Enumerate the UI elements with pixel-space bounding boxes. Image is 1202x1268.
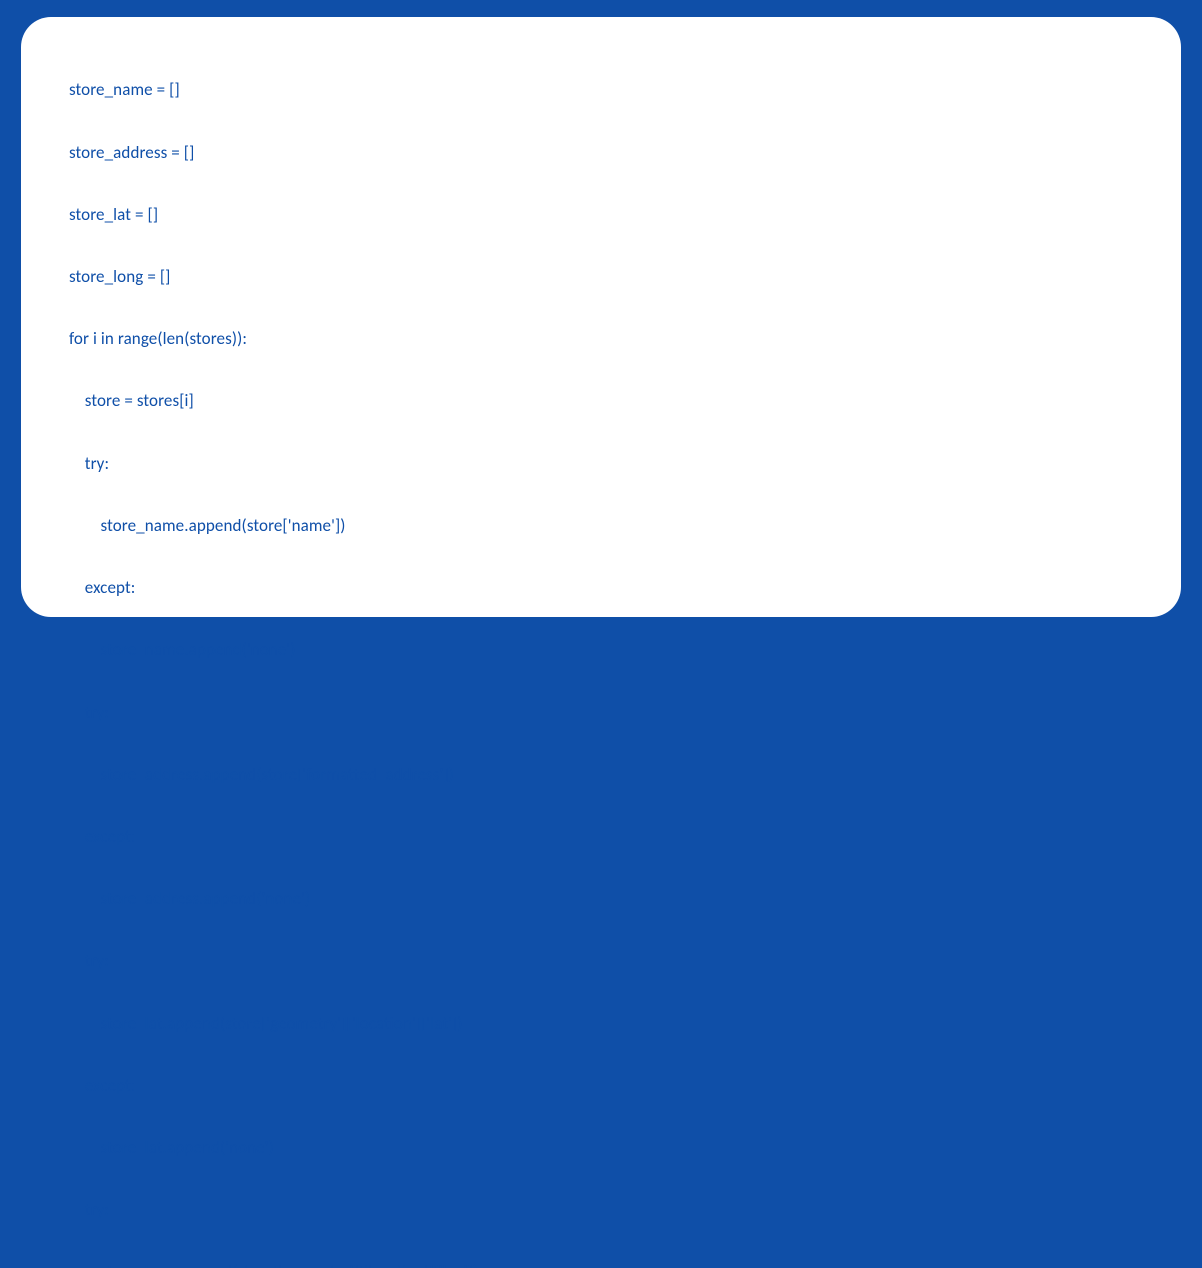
code-line: store_lat.append('none') [69, 1138, 1133, 1159]
code-line: store = stores[i] [69, 391, 1133, 412]
code-line: store_lat = [] [69, 205, 1133, 226]
code-line: store_name.append('none') [69, 640, 1133, 661]
code-line: for i in range(len(stores)): [69, 329, 1133, 350]
code-line: store_address.append('none') [69, 889, 1133, 910]
code-block: store_name = [] store_address = [] store… [69, 39, 1133, 1268]
code-line: try: [69, 454, 1133, 475]
code-line: store_address.append(store['formatted_ad… [69, 765, 1133, 786]
code-line: try: [69, 703, 1133, 724]
code-line: store_lat.append(store['geometry']['loca… [69, 1014, 1133, 1035]
code-line: except: [69, 1076, 1133, 1097]
code-line: except: [69, 827, 1133, 848]
code-line: store_name = [] [69, 80, 1133, 101]
code-line: except: [69, 578, 1133, 599]
code-line: store_name.append(store['name']) [69, 516, 1133, 537]
code-line: try: [69, 1200, 1133, 1221]
code-line: store_long = [] [69, 267, 1133, 288]
code-line: store_long.append(store['geometry']['loc… [69, 1262, 1133, 1268]
code-container: store_name = [] store_address = [] store… [21, 17, 1181, 617]
code-line: try: [69, 951, 1133, 972]
code-line: store_address = [] [69, 143, 1133, 164]
